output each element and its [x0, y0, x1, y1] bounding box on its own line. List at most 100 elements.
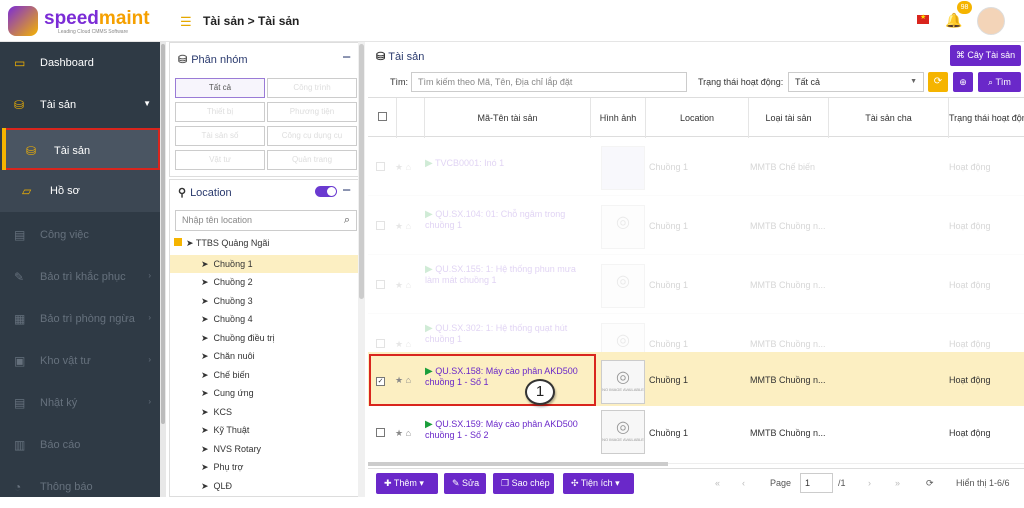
- first-page-icon[interactable]: «: [715, 478, 720, 488]
- sidebar-item-bao-tri-phong-ngua[interactable]: ▦ Bảo trì phòng ngừa ›: [0, 298, 165, 340]
- asset-name-link[interactable]: ▶ TVCB0001: Inó 1: [425, 158, 590, 169]
- group-btn-supplies[interactable]: Vật tư: [175, 150, 265, 170]
- select-all-checkbox[interactable]: [368, 98, 396, 138]
- asset-tree-button[interactable]: ⌘ Cây Tài sản: [950, 45, 1021, 66]
- speedmaint-logo[interactable]: [8, 6, 38, 36]
- group-btn-vehicle[interactable]: Phương tiện: [267, 102, 357, 122]
- search-icon[interactable]: ⌕: [344, 214, 350, 227]
- row-checkbox[interactable]: [376, 221, 385, 232]
- edit-button[interactable]: ✎ Sửa: [444, 473, 486, 494]
- tree-node[interactable]: ➤ Phụ trợ: [170, 458, 358, 476]
- tree-node[interactable]: ➤ Chế biến: [170, 366, 358, 384]
- tree-node[interactable]: ➤ Kỹ Thuật: [170, 421, 358, 439]
- location-toggle[interactable]: [315, 186, 337, 197]
- asset-name-link[interactable]: ▶ QU.SX.155: 1: Hệ thống phun mưa làm má…: [425, 264, 585, 286]
- reload-icon[interactable]: ⟳: [926, 478, 934, 489]
- add-button[interactable]: ✚ Thêm ▾: [376, 473, 438, 494]
- col-header-image[interactable]: Hình ảnh: [590, 98, 645, 138]
- row-checkbox[interactable]: [376, 339, 385, 350]
- no-image-placeholder[interactable]: ◎ NO IMAGE AVAILABLE: [601, 360, 645, 404]
- horizontal-scrollbar[interactable]: [368, 462, 668, 466]
- prev-page-icon[interactable]: ‹: [742, 478, 745, 488]
- group-btn-tools[interactable]: Công cụ dụng cụ: [267, 126, 357, 146]
- tree-node[interactable]: ➤ Chuồng 2: [170, 273, 358, 291]
- row-checkbox[interactable]: [376, 280, 385, 291]
- sidebar-item-thong-bao[interactable]: ◔ Thông báo: [0, 466, 165, 508]
- sidebar-item-kho-vat-tu[interactable]: ▣ Kho vật tư ›: [0, 340, 165, 382]
- col-header-location[interactable]: Location: [645, 98, 748, 138]
- tree-node[interactable]: ➤ Chuồng 4: [170, 310, 358, 328]
- location-scrollbar[interactable]: [358, 42, 365, 497]
- sidebar-scrollbar[interactable]: [160, 42, 166, 497]
- sidebar-item-cong-viec[interactable]: ▤ Công việc: [0, 214, 165, 256]
- asset-search-input[interactable]: Tìm kiếm theo Mã, Tên, Địa chỉ lắp đặt: [411, 72, 687, 92]
- star-tag-icons[interactable]: ★ ⌂: [395, 339, 411, 350]
- sidebar-item-tai-san-group[interactable]: ⛁ Tài sản ▼: [0, 84, 165, 126]
- tree-root[interactable]: ➤ TTBS Quảng Ngãi: [174, 238, 269, 249]
- tree-node[interactable]: ➤ Cung ứng: [170, 384, 358, 402]
- copy-button[interactable]: ❐ Sao chép: [493, 473, 554, 494]
- tree-node[interactable]: ➤ QLĐ: [170, 477, 358, 495]
- menu-toggle-icon[interactable]: ☰: [180, 14, 192, 30]
- col-header-parent[interactable]: Tài sản cha: [828, 98, 948, 138]
- table-row[interactable]: ★ ⌂ ▶ QU.SX.155: 1: Hệ thống phun mưa là…: [368, 256, 1024, 314]
- col-header-type[interactable]: Loại tài sản: [748, 98, 828, 138]
- no-image-placeholder[interactable]: ◎: [601, 205, 645, 249]
- location-search-input[interactable]: Nhập tên location ⌕: [175, 210, 357, 231]
- asset-thumbnail[interactable]: [601, 146, 645, 190]
- sidebar-item-bao-tri-khac-phuc[interactable]: ✎ Bảo trì khắc phục ›: [0, 256, 165, 298]
- assets-icon: ⛁: [14, 98, 25, 112]
- group-btn-construction[interactable]: Công trình: [267, 78, 357, 98]
- table-row[interactable]: ★ ⌂ ▶ QU.SX.104: 01: Chỗ ngâm trong chuồ…: [368, 197, 1024, 255]
- asset-name-link[interactable]: ▶ QU.SX.159: Máy cào phân AKD500 chuồng …: [425, 419, 585, 441]
- camera-icon: ◎: [616, 214, 630, 231]
- refresh-button[interactable]: ⟳: [928, 72, 948, 92]
- zoom-button[interactable]: ⊕: [953, 72, 973, 92]
- no-image-placeholder[interactable]: ◎ NO IMAGE AVAILABLE: [601, 410, 645, 454]
- refresh-icon: ⟳: [933, 76, 943, 87]
- star-tag-icons[interactable]: ★ ⌂: [395, 428, 411, 439]
- last-page-icon[interactable]: »: [895, 478, 900, 488]
- page-number-input[interactable]: 1: [800, 473, 833, 493]
- asset-name-link[interactable]: ▶ QU.SX.104: 01: Chỗ ngâm trong chuồng 1: [425, 209, 585, 231]
- sidebar-item-nhat-ky[interactable]: ▤ Nhật ký ›: [0, 382, 165, 424]
- group-btn-quan-trang[interactable]: Quản trang: [267, 150, 357, 170]
- search-button[interactable]: ⌕ Tìm: [978, 72, 1021, 92]
- col-header-status[interactable]: Trạng thái hoạt động: [948, 98, 1024, 138]
- asset-name-link[interactable]: ▶ QU.SX.302: 1: Hệ thống quạt hút chuồng…: [425, 323, 585, 345]
- sidebar-item-label: Tài sản: [40, 99, 77, 111]
- user-avatar[interactable]: [977, 7, 1005, 35]
- tree-node[interactable]: ➤ Chăn nuôi: [170, 347, 358, 365]
- group-btn-equipment[interactable]: Thiết bị: [175, 102, 265, 122]
- tree-node[interactable]: ➤ NVS Rotary: [170, 440, 358, 458]
- sidebar-item-dashboard[interactable]: ▭ Dashboard: [0, 42, 165, 84]
- status-select[interactable]: Tất cả ▼: [788, 72, 924, 92]
- group-btn-digital[interactable]: Tài sản số: [175, 126, 265, 146]
- table-row[interactable]: ★ ⌂ ▶ TVCB0001: Inó 1 Chuồng 1 MMTB Chế …: [368, 138, 1024, 196]
- tree-node[interactable]: ➤ Chuồng 3: [170, 292, 358, 310]
- vietnam-flag-icon[interactable]: [917, 13, 929, 24]
- collapse-minus-icon[interactable]: −: [342, 182, 351, 199]
- utility-button[interactable]: ✣ Tiện ích ▾: [563, 473, 634, 494]
- tree-node[interactable]: ➤ Chuồng điều trị: [170, 329, 358, 347]
- sidebar-item-ho-so[interactable]: ▱ Hồ sơ: [0, 170, 165, 212]
- next-page-icon[interactable]: ›: [868, 478, 871, 488]
- row-location: Chuồng 1: [649, 221, 689, 231]
- no-image-placeholder[interactable]: ◎: [601, 264, 645, 308]
- group-btn-all[interactable]: Tất cả: [175, 78, 265, 98]
- star-tag-icons[interactable]: ★ ⌂: [395, 280, 411, 291]
- table-row[interactable]: ★ ⌂ ▶ QU.SX.159: Máy cào phân AKD500 chu…: [368, 406, 1024, 464]
- tree-node[interactable]: ➤ KCS: [170, 403, 358, 421]
- row-status: Hoạt động: [949, 162, 991, 172]
- sidebar-item-tai-san[interactable]: ⛁ Tài sản: [2, 128, 160, 170]
- notification-bell-icon[interactable]: 🔔: [945, 12, 962, 29]
- collapse-minus-icon[interactable]: −: [342, 49, 351, 66]
- row-checkbox[interactable]: [376, 428, 385, 439]
- sidebar-item-bao-cao[interactable]: ▥ Báo cáo: [0, 424, 165, 466]
- tree-node[interactable]: ➤ Chuồng 1: [170, 255, 358, 273]
- col-header-name[interactable]: Mã-Tên tài sản: [424, 98, 590, 138]
- row-checkbox[interactable]: [376, 162, 385, 173]
- star-tag-icons[interactable]: ★ ⌂: [395, 221, 411, 232]
- row-type: MMTB Chuồng n...: [750, 428, 826, 438]
- star-tag-icons[interactable]: ★ ⌂: [395, 162, 411, 173]
